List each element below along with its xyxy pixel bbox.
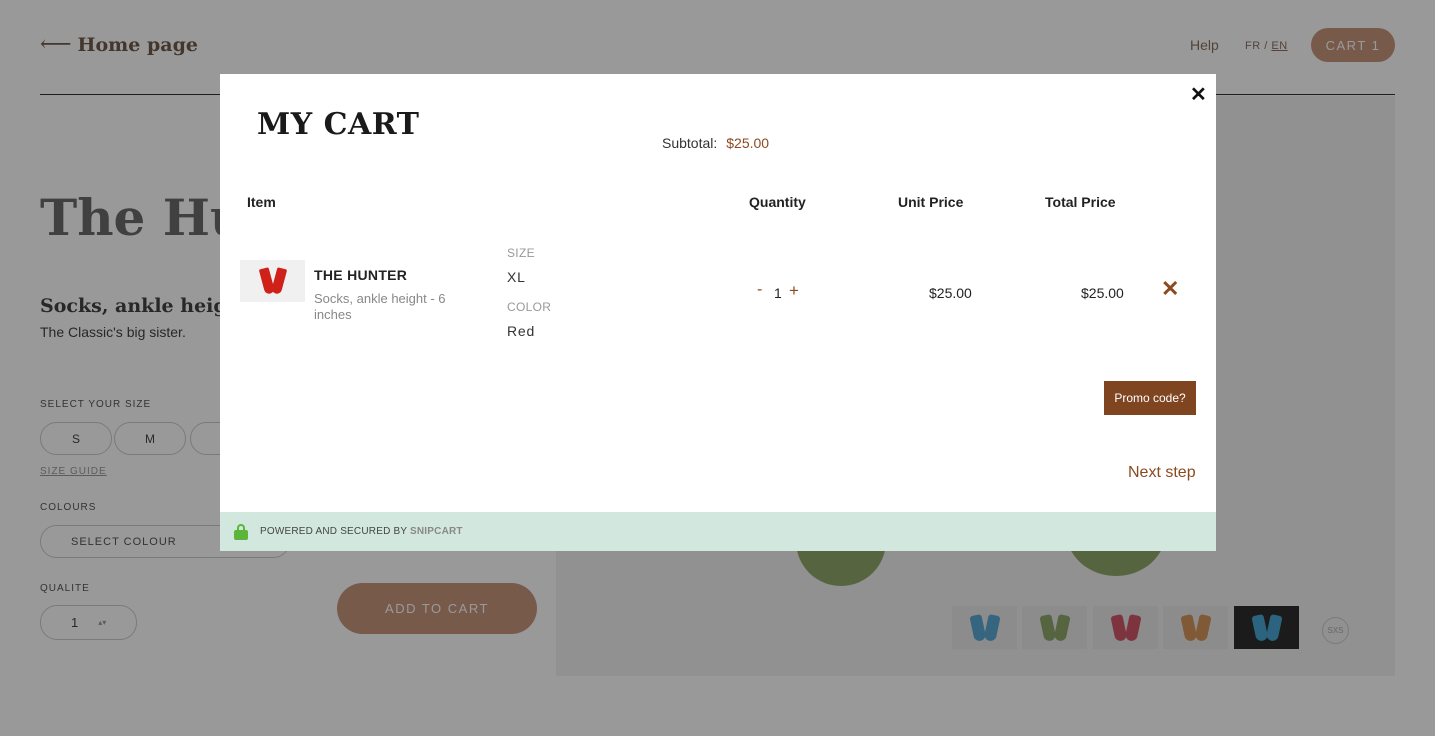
promo-code-button[interactable]: Promo code?	[1104, 381, 1196, 415]
snipcart-link[interactable]: SNIPCART	[410, 526, 463, 537]
increase-quantity-button[interactable]: +	[789, 281, 799, 301]
sock-icon	[270, 267, 287, 295]
lock-icon	[234, 523, 248, 540]
powered-by-text: POWERED AND SECURED BY SNIPCART	[260, 526, 463, 537]
cart-title: MY CART	[257, 107, 420, 142]
column-header-item: Item	[247, 194, 276, 210]
subtotal-amount: $25.00	[726, 135, 770, 151]
close-icon[interactable]: ✕	[1190, 82, 1207, 107]
cart-modal: ✕ MY CART Subtotal: $25.00 Item Quantity…	[220, 74, 1216, 551]
size-value: XL	[507, 269, 526, 285]
item-description: Socks, ankle height - 6 inches	[314, 291, 446, 322]
total-price: $25.00	[1081, 285, 1124, 301]
decrease-quantity-button[interactable]: -	[757, 281, 762, 299]
column-header-unit-price: Unit Price	[898, 194, 964, 210]
next-step-link[interactable]: Next step	[1128, 464, 1196, 482]
column-header-quantity: Quantity	[749, 194, 806, 210]
quantity-value: 1	[774, 285, 782, 301]
subtotal-label: Subtotal:	[662, 135, 718, 151]
unit-price: $25.00	[929, 285, 972, 301]
size-label: SIZE	[507, 246, 535, 260]
secure-footer: POWERED AND SECURED BY SNIPCART	[220, 512, 1216, 551]
remove-item-icon[interactable]: ✕	[1161, 276, 1179, 302]
subtotal: Subtotal: $25.00	[662, 135, 769, 151]
item-name: THE HUNTER	[314, 267, 408, 283]
color-value: Red	[507, 323, 536, 339]
column-header-total-price: Total Price	[1045, 194, 1116, 210]
item-image	[240, 260, 305, 302]
color-label: COLOR	[507, 300, 552, 314]
